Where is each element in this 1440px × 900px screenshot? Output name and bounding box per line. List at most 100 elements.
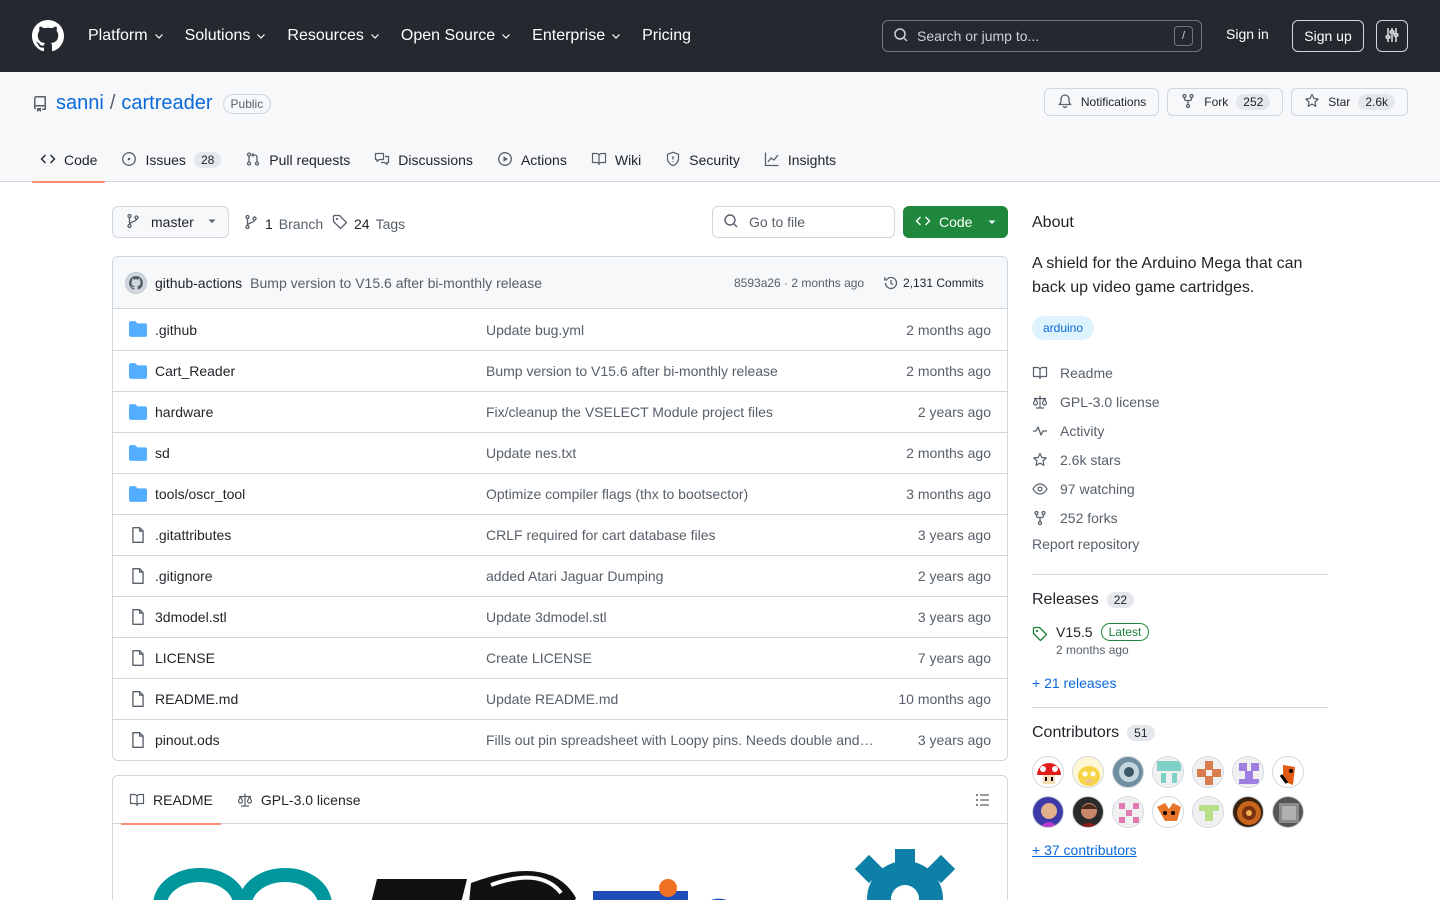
file-name-link[interactable]: .gitignore xyxy=(155,568,213,584)
file-commit-message-link[interactable]: Fills out pin spreadsheet with Loopy pin… xyxy=(486,732,874,748)
nav-enterprise[interactable]: Enterprise xyxy=(532,27,622,45)
avatar[interactable] xyxy=(1192,796,1224,828)
nav-open-source[interactable]: Open Source xyxy=(401,27,512,45)
file-name-link[interactable]: 3dmodel.stl xyxy=(155,609,227,625)
avatar[interactable] xyxy=(1232,796,1264,828)
file-commit-message-link[interactable]: Update 3dmodel.stl xyxy=(486,609,607,625)
file-commit-message-link[interactable]: Update README.md xyxy=(486,691,618,707)
avatar[interactable] xyxy=(1112,756,1144,788)
tab-readme[interactable]: README xyxy=(121,776,221,825)
contributors-heading[interactable]: Contributors 51 xyxy=(1032,724,1328,742)
repo-description: A shield for the Arduino Mega that can b… xyxy=(1032,255,1303,296)
tab-discussions[interactable]: Discussions xyxy=(366,138,481,182)
file-row[interactable]: 3dmodel.stl Update 3dmodel.stl 3 years ago xyxy=(113,596,1007,637)
about-link-law[interactable]: GPL-3.0 license xyxy=(1032,387,1328,416)
file-commit-message-link[interactable]: Create LICENSE xyxy=(486,650,592,666)
file-row[interactable]: README.md Update README.md 10 months ago xyxy=(113,678,1007,719)
nav-resources[interactable]: Resources xyxy=(287,27,380,45)
file-row[interactable]: .gitignore added Atari Jaguar Dumping 2 ye… xyxy=(113,555,1007,596)
sign-up-button[interactable]: Sign up xyxy=(1292,20,1364,52)
avatar[interactable] xyxy=(1272,756,1304,788)
file-name-link[interactable]: tools/oscr_tool xyxy=(155,486,245,502)
file-commit-message-link[interactable]: added Atari Jaguar Dumping xyxy=(486,568,663,584)
tab-label: Security xyxy=(689,152,740,168)
file-row[interactable]: hardware Fix/cleanup the VSELECT Module p… xyxy=(113,391,1007,432)
file-name-link[interactable]: .gitattributes xyxy=(155,527,231,543)
avatar[interactable] xyxy=(1152,756,1184,788)
topic-tag[interactable]: arduino xyxy=(1032,316,1095,340)
about-link-fork[interactable]: 252 forks xyxy=(1032,503,1328,532)
file-commit-message-link[interactable]: Optimize compiler flags (thx to bootsect… xyxy=(486,486,748,502)
about-link-pulse[interactable]: Activity xyxy=(1032,416,1328,445)
avatar[interactable] xyxy=(1152,796,1184,828)
file-name-link[interactable]: pinout.ods xyxy=(155,732,220,748)
nav-pricing[interactable]: Pricing xyxy=(642,27,691,45)
notifications-button[interactable]: Notifications xyxy=(1043,88,1160,116)
file-commit-message-link[interactable]: CRLF required for cart database files xyxy=(486,527,716,543)
branches-link[interactable]: 1 Branch xyxy=(243,214,323,233)
file-name-link[interactable]: .github xyxy=(155,322,197,338)
avatar[interactable] xyxy=(1072,796,1104,828)
tab-license[interactable]: GPL-3.0 license xyxy=(229,776,369,824)
tab-security[interactable]: Security xyxy=(657,138,748,182)
file-commit-message-link[interactable]: Fix/cleanup the VSELECT Module project f… xyxy=(486,404,773,420)
nav-platform[interactable]: Platform xyxy=(88,27,165,45)
file-name-link[interactable]: README.md xyxy=(155,691,238,707)
file-name-link[interactable]: hardware xyxy=(155,404,213,420)
repo-name-link[interactable]: cartreader xyxy=(121,92,212,115)
go-to-file-input[interactable]: Go to file xyxy=(712,206,895,238)
avatar[interactable] xyxy=(1232,756,1264,788)
github-logo-icon[interactable] xyxy=(32,20,64,52)
file-commit-message-link[interactable]: Bump version to V15.6 after bi-monthly r… xyxy=(486,363,778,379)
file-row[interactable]: sd Update nes.txt 2 months ago xyxy=(113,432,1007,473)
file-commit-message-link[interactable]: Update nes.txt xyxy=(486,445,576,461)
file-commit-message-link[interactable]: Update bug.yml xyxy=(486,322,584,338)
avatar[interactable] xyxy=(1032,756,1064,788)
sign-in-link[interactable]: Sign in xyxy=(1226,26,1269,42)
avatar[interactable] xyxy=(1072,756,1104,788)
tags-link[interactable]: 24 Tags xyxy=(332,214,405,233)
file-row[interactable]: .github Update bug.yml 2 months ago xyxy=(113,309,1007,350)
file-name-link[interactable]: Cart_Reader xyxy=(155,363,235,379)
global-header: Platform Solutions Resources Open Source… xyxy=(0,0,1440,72)
commit-hash-age[interactable]: 8593a26 · 2 months ago xyxy=(734,276,864,290)
nav-solutions[interactable]: Solutions xyxy=(185,27,268,45)
star-button[interactable]: Star 2.6k xyxy=(1291,88,1408,116)
avatar[interactable] xyxy=(125,271,147,294)
tab-actions[interactable]: Actions xyxy=(489,138,575,182)
settings-menu-button[interactable] xyxy=(1376,20,1408,52)
more-contributors-link[interactable]: + 37 contributors xyxy=(1032,842,1328,858)
file-row[interactable]: Cart_Reader Bump version to V15.6 after b… xyxy=(113,350,1007,391)
branch-select-button[interactable]: master xyxy=(112,206,229,238)
file-name-link[interactable]: LICENSE xyxy=(155,650,215,666)
tab-issues[interactable]: Issues 28 xyxy=(113,138,229,182)
tab-pull-requests[interactable]: Pull requests xyxy=(237,138,358,182)
commit-message-link[interactable]: Bump version to V15.6 after bi-monthly r… xyxy=(250,275,542,291)
avatar[interactable] xyxy=(1112,796,1144,828)
more-releases-link[interactable]: + 21 releases xyxy=(1032,675,1328,691)
search-input[interactable]: Search or jump to... / xyxy=(882,20,1202,52)
latest-release[interactable]: V15.5 Latest 2 months ago xyxy=(1032,623,1328,657)
tab-code[interactable]: Code xyxy=(32,138,106,183)
about-link-eye[interactable]: 97 watching xyxy=(1032,474,1328,503)
avatar[interactable] xyxy=(1032,796,1064,828)
releases-heading[interactable]: Releases 22 xyxy=(1032,591,1328,609)
file-name-link[interactable]: sd xyxy=(155,445,170,461)
repo-owner-link[interactable]: sanni xyxy=(56,92,104,115)
fork-button[interactable]: Fork 252 xyxy=(1167,88,1284,116)
tab-insights[interactable]: Insights xyxy=(756,138,844,182)
file-row[interactable]: .gitattributes CRLF required for cart dat… xyxy=(113,514,1007,555)
list-unordered-icon[interactable] xyxy=(975,792,991,811)
avatar[interactable] xyxy=(1192,756,1224,788)
tab-wiki[interactable]: Wiki xyxy=(583,138,649,182)
file-row[interactable]: tools/oscr_tool Optimize compiler flags (… xyxy=(113,473,1007,514)
file-row[interactable]: pinout.ods Fills out pin spreadsheet with… xyxy=(113,719,1007,760)
about-link-star[interactable]: 2.6k stars xyxy=(1032,445,1328,474)
commit-author-link[interactable]: github-actions xyxy=(155,275,242,291)
avatar[interactable] xyxy=(1272,796,1304,828)
commits-history-link[interactable]: 2,131 Commits xyxy=(883,275,984,291)
file-row[interactable]: LICENSE Create LICENSE 7 years ago xyxy=(113,637,1007,678)
report-repository-link[interactable]: Report repository xyxy=(1032,536,1328,558)
about-link-book[interactable]: Readme xyxy=(1032,358,1328,387)
code-dropdown-button[interactable]: Code xyxy=(903,206,1008,238)
